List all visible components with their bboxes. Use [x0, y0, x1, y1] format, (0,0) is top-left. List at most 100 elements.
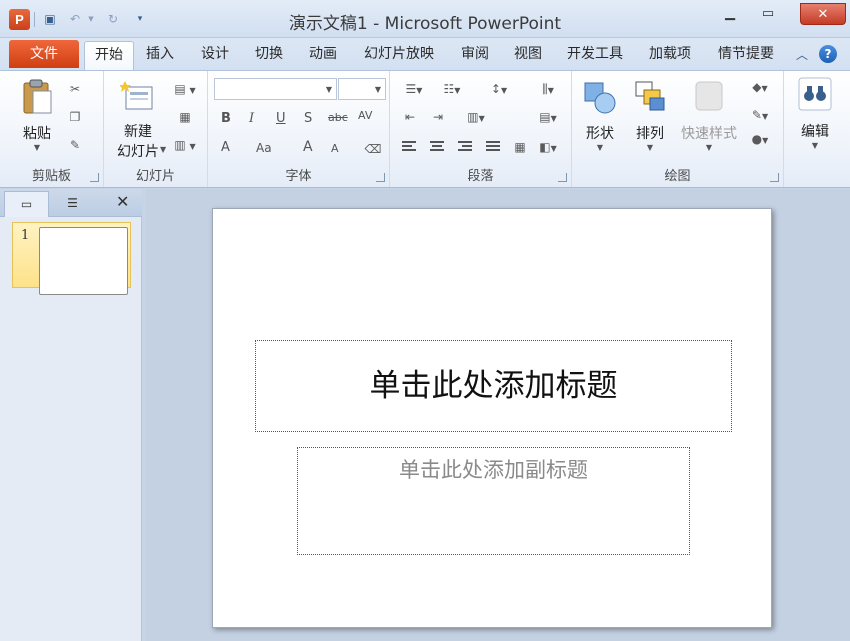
paste-label: 粘贴	[23, 126, 51, 142]
font-launcher-icon[interactable]	[376, 173, 385, 182]
paste-dropdown-icon: ▼	[33, 143, 41, 152]
grow-font-button[interactable]: A	[303, 139, 313, 155]
slide-editing-area: 单击此处添加标题 单击此处添加副标题	[146, 189, 850, 641]
slide-thumbnail[interactable]	[39, 227, 128, 295]
text-shadow-button[interactable]: S	[304, 111, 312, 126]
copy-icon[interactable]: ❐	[66, 109, 84, 125]
new-slide-label-line1: 新建	[124, 124, 152, 140]
underline-button[interactable]: U	[276, 111, 286, 126]
shape-fill-icon[interactable]: ◆▼	[746, 79, 774, 97]
paragraph-group-label: 段落	[467, 169, 494, 184]
paste-icon	[23, 79, 52, 114]
tab-storyboard[interactable]: 情节提要	[712, 41, 780, 70]
line-spacing-icon[interactable]: ↕▼	[485, 81, 513, 99]
font-color-button[interactable]: A	[221, 140, 230, 155]
editing-label: 编辑	[801, 124, 829, 140]
font-name-combobox[interactable]: ▼	[214, 78, 337, 100]
pane-tabs: ▭ ☰ ✕	[0, 189, 142, 217]
numbering-icon[interactable]: ☷▼	[438, 81, 466, 99]
strikethrough-button[interactable]: abc	[328, 111, 348, 124]
group-drawing: 形状 ▼ 排列 ▼ 快速样式 ▼ ◆▼ ✎▼ ●▼ 绘图	[572, 71, 784, 187]
group-clipboard: 粘贴 ▼ ✂ ❐ ✎ 剪贴板	[0, 71, 104, 187]
title-bar: P ▣ ↶ ▼ ↻ ▾ 演示文稿1 - Microsoft PowerPoint…	[0, 0, 850, 38]
minimize-ribbon-icon[interactable]: ︿	[796, 46, 808, 63]
slide-thumbnail-selected[interactable]: 1	[12, 222, 131, 295]
cut-icon[interactable]: ✂	[66, 81, 84, 97]
tab-insert[interactable]: 插入	[140, 41, 180, 70]
tab-view[interactable]: 视图	[508, 41, 548, 70]
clear-formatting-icon[interactable]: ⌫	[364, 141, 382, 157]
group-editing: 编辑 ▼	[784, 71, 850, 187]
editing-dropdown-icon: ▼	[811, 141, 819, 150]
tab-design[interactable]: 设计	[195, 41, 235, 70]
text-direction-icon[interactable]: ⫼▼	[534, 81, 562, 99]
quick-styles-icon	[695, 81, 723, 111]
editing-button[interactable]: 编辑 ▼	[792, 77, 838, 150]
title-placeholder[interactable]: 单击此处添加标题	[255, 340, 732, 432]
close-pane-icon[interactable]: ✕	[116, 192, 129, 211]
new-slide-button[interactable]: 新建 幻灯片	[108, 79, 168, 161]
subtitle-placeholder[interactable]: 单击此处添加副标题	[297, 447, 690, 555]
new-slide-icon	[119, 81, 153, 110]
columns-icon[interactable]: ▥▼	[462, 109, 490, 127]
reset-icon[interactable]: ▦	[172, 109, 198, 125]
tab-file[interactable]: 文件	[9, 40, 79, 68]
clipboard-group-label: 剪贴板	[31, 169, 71, 184]
paste-button[interactable]: 粘贴 ▼	[12, 79, 62, 152]
layout-icon[interactable]: ▤ ▼	[172, 81, 198, 99]
new-slide-dropdown-icon[interactable]: ▼	[160, 145, 166, 154]
slides-pane: ▭ ☰ ✕ 1	[0, 189, 142, 641]
arrange-label: 排列	[636, 126, 664, 142]
font-name-dropdown-icon: ▼	[325, 85, 332, 94]
drawing-launcher-icon[interactable]	[770, 173, 779, 182]
bullets-icon[interactable]: ☰▼	[400, 81, 428, 99]
group-font: ▼ ▼ B I U S abc AV A Aa A A ⌫ 字体	[208, 71, 390, 187]
increase-indent-icon[interactable]: ⇥	[428, 109, 448, 125]
shapes-label: 形状	[586, 126, 614, 142]
format-painter-icon[interactable]: ✎	[66, 137, 84, 153]
tab-review[interactable]: 审阅	[455, 41, 495, 70]
slide-canvas[interactable]: 单击此处添加标题 单击此处添加副标题	[212, 208, 772, 628]
shrink-font-button[interactable]: A	[331, 142, 339, 155]
tab-transitions[interactable]: 切换	[249, 41, 289, 70]
bold-button[interactable]: B	[221, 111, 231, 126]
shape-effects-icon[interactable]: ●▼	[746, 131, 774, 149]
minimize-button[interactable]: ▁	[716, 3, 744, 25]
shape-outline-icon[interactable]: ✎▼	[746, 107, 774, 125]
align-text-icon[interactable]: ▤▼	[534, 109, 562, 127]
tab-outline[interactable]: ☰	[50, 191, 95, 217]
change-case-button[interactable]: Aa	[256, 141, 272, 155]
tab-developer[interactable]: 开发工具	[561, 41, 629, 70]
font-size-combobox[interactable]: ▼	[338, 78, 386, 100]
new-slide-label-line2: 幻灯片	[117, 144, 159, 160]
drawing-group-label: 绘图	[664, 169, 691, 184]
section-icon[interactable]: ▥ ▼	[172, 137, 198, 155]
tab-animations[interactable]: 动画	[303, 41, 343, 70]
align-left-icon[interactable]	[402, 141, 418, 155]
quick-styles-dropdown-icon: ▼	[705, 143, 713, 152]
close-button[interactable]: ✕	[800, 3, 846, 25]
tab-home[interactable]: 开始	[84, 41, 134, 70]
slides-group-label: 幻灯片	[135, 169, 175, 184]
character-spacing-button[interactable]: AV	[358, 109, 372, 122]
ribbon-tab-bar: 文件 开始 插入 设计 切换 动画 幻灯片放映 审阅 视图 开发工具 加载项 情…	[0, 38, 850, 70]
tab-slides-thumbnails[interactable]: ▭	[4, 191, 49, 217]
clipboard-launcher-icon[interactable]	[90, 173, 99, 182]
tab-slideshow[interactable]: 幻灯片放映	[358, 41, 440, 70]
smartart-icon[interactable]: ◧▼	[534, 139, 562, 157]
help-icon[interactable]: ?	[819, 45, 837, 63]
group-slides: 新建 幻灯片 ▼ ▤ ▼ ▦ ▥ ▼ 幻灯片	[104, 71, 208, 187]
italic-button[interactable]: I	[249, 111, 254, 126]
shapes-dropdown-icon: ▼	[596, 143, 604, 152]
shapes-button[interactable]: 形状 ▼	[580, 79, 620, 152]
align-right-icon[interactable]	[458, 141, 474, 155]
distributed-icon[interactable]: ▦	[510, 139, 530, 155]
arrange-button[interactable]: 排列 ▼	[630, 79, 670, 152]
decrease-indent-icon[interactable]: ⇤	[400, 109, 420, 125]
maximize-button[interactable]: ▭	[754, 3, 782, 25]
paragraph-launcher-icon[interactable]	[558, 173, 567, 182]
align-center-icon[interactable]	[430, 141, 446, 155]
justify-icon[interactable]	[486, 141, 502, 155]
quick-styles-button[interactable]: 快速样式 ▼	[676, 79, 742, 152]
tab-addins[interactable]: 加载项	[643, 41, 697, 70]
